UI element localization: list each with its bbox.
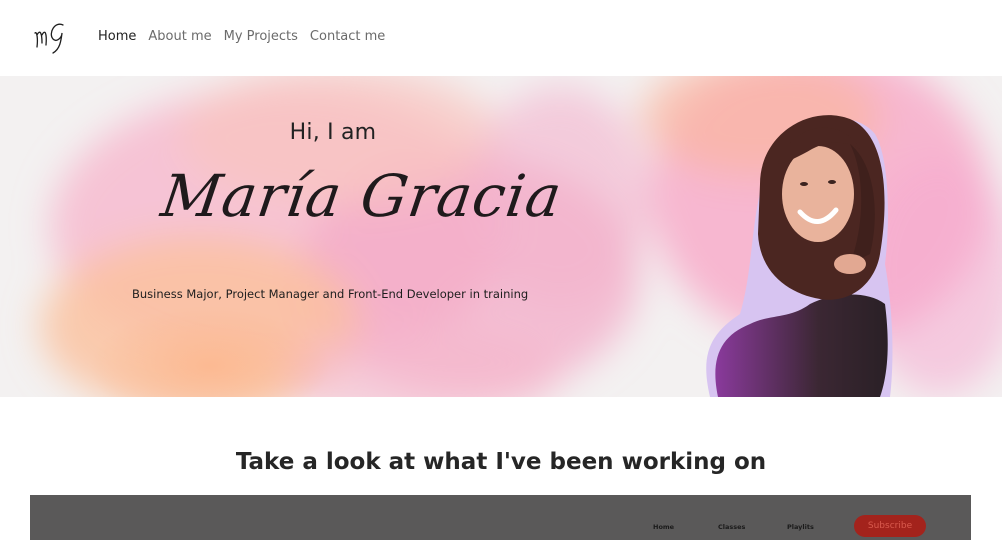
preview-nav-home: Home: [653, 523, 675, 531]
projects-heading: Take a look at what I've been working on: [235, 449, 767, 476]
hero-greeting: Hi, I am: [289, 120, 377, 145]
hero-section: Hi, I am María Gracia Business Major, Pr…: [0, 76, 1002, 397]
main-nav: Home About me My Projects Contact me: [98, 28, 385, 45]
project-preview-card[interactable]: Home Classes Playlits Subscribe: [30, 495, 971, 540]
preview-nav-playlists: Playlits: [787, 523, 814, 531]
preview-nav-classes: Classes: [718, 523, 746, 531]
hero-name: María Gracia: [157, 162, 567, 230]
profile-photo: [706, 115, 893, 397]
preview-subscribe-button: Subscribe: [854, 515, 926, 537]
hero-subtitle: Business Major, Project Manager and Fron…: [132, 287, 529, 301]
nav-contact-link[interactable]: Contact me: [310, 28, 385, 45]
brand-logo[interactable]: [31, 19, 69, 55]
nav-home-link[interactable]: Home: [98, 28, 136, 45]
nav-about-link[interactable]: About me: [148, 28, 211, 45]
site-header: Home About me My Projects Contact me: [0, 0, 1002, 76]
nav-projects-link[interactable]: My Projects: [224, 28, 298, 45]
